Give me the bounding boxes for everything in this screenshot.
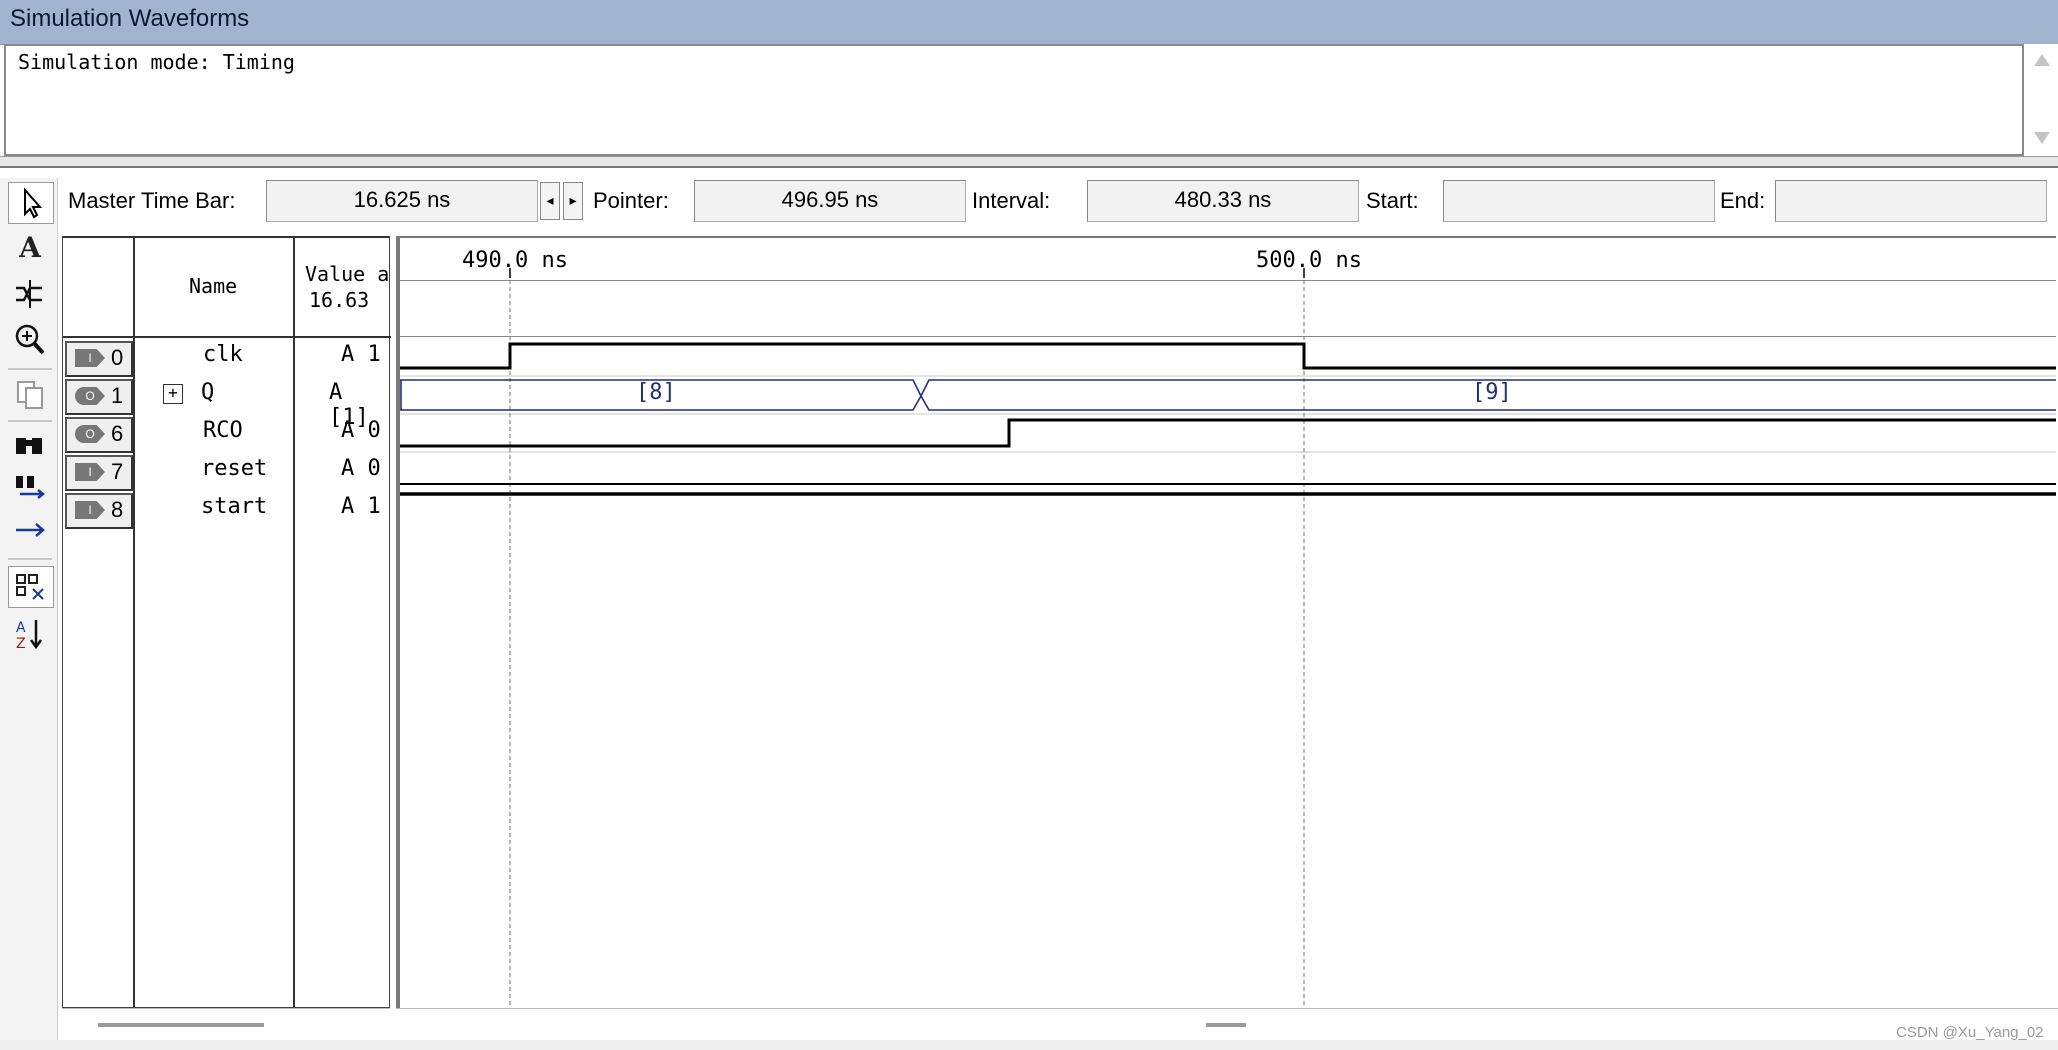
start-label: Start: [1366, 188, 1419, 213]
signal-name[interactable]: Q [201, 380, 214, 405]
snap-to-grid-icon[interactable] [8, 566, 54, 608]
find-next-icon[interactable] [8, 468, 52, 508]
signal-index: 0 [111, 345, 124, 370]
signal-value: A 1 [341, 494, 381, 519]
watermark: CSDN @Xu_Yang_02 [1896, 1024, 2044, 1041]
sort-icon[interactable]: AZ [8, 614, 52, 654]
pin-box: O 6 [65, 417, 133, 453]
signal-index: 7 [111, 459, 124, 484]
signal-value: A 0 [341, 418, 381, 443]
svg-text:Z: Z [16, 636, 26, 652]
input-pin-icon: I [75, 501, 105, 519]
signal-name[interactable]: RCO [203, 418, 243, 443]
value-header-line1: Value a [305, 262, 390, 286]
toolbar-separator [8, 420, 52, 422]
scroll-up-icon[interactable] [2034, 54, 2050, 66]
text-tool-icon[interactable]: A [8, 228, 52, 268]
find-icon[interactable] [8, 426, 52, 466]
zoom-tool-icon[interactable] [8, 320, 52, 360]
value-column-header[interactable]: Value a 16.63 [295, 238, 391, 338]
signal-value: A 0 [341, 456, 381, 481]
signal-value: A 1 [341, 342, 381, 367]
waveform-editing-tool-icon[interactable] [8, 274, 52, 314]
start-field[interactable] [1443, 180, 1715, 222]
interval-label: Interval: [972, 188, 1051, 213]
toolbar-separator [8, 558, 52, 560]
signal-row-q[interactable]: O 1 [63, 376, 133, 415]
pin-box: I 7 [65, 455, 133, 491]
signal-name[interactable]: start [201, 494, 267, 519]
pointer-field: 496.95 ns [694, 180, 966, 222]
master-time-bar-field[interactable]: 16.625 ns [266, 180, 538, 222]
output-pin-icon: O [75, 387, 105, 405]
pin-box: I 8 [65, 493, 133, 529]
waveform-panel[interactable]: 490.0 ns 500.0 ns [8] [9] [396, 236, 2056, 1008]
name-header-text: Name [189, 274, 238, 298]
pin-box: I 0 [65, 341, 133, 377]
window-titlebar: Simulation Waveforms [0, 0, 2058, 45]
pane-splitter[interactable] [0, 156, 2058, 168]
q-bus-label: [9] [1472, 380, 1512, 405]
signal-row-clk[interactable]: I 0 [63, 338, 133, 377]
copy-icon[interactable] [8, 374, 52, 414]
signal-row-start[interactable]: I 8 [63, 490, 133, 529]
expand-bus-icon[interactable]: + [163, 384, 183, 404]
end-field[interactable] [1775, 180, 2047, 222]
master-time-bar-label: Master Time Bar: [68, 188, 236, 213]
input-pin-icon: I [75, 349, 105, 367]
svg-text:A: A [16, 620, 26, 636]
input-pin-icon: I [75, 463, 105, 481]
signal-index: 6 [111, 421, 124, 446]
waveform-toolbar: A AZ [0, 178, 58, 1050]
window-bottom-border [0, 1040, 2058, 1050]
next-transition-button[interactable]: ▸ [563, 182, 583, 220]
message-area: Simulation mode: Timing [4, 44, 2024, 156]
time-bar-row: Master Time Bar: 16.625 ns ◂ ▸ Pointer: … [0, 170, 2058, 228]
index-column-header [63, 238, 133, 338]
clk-waveform [400, 342, 2056, 370]
scroll-thumb[interactable] [1206, 1023, 1246, 1027]
selection-tool-icon[interactable] [8, 182, 54, 224]
toolbar-separator [8, 368, 52, 370]
output-pin-icon: O [75, 425, 105, 443]
signal-name[interactable]: reset [201, 456, 267, 481]
end-label: End: [1720, 188, 1766, 213]
pointer-label: Pointer: [593, 188, 669, 213]
interval-field: 480.33 ns [1087, 180, 1359, 222]
name-column-header[interactable]: Name [135, 238, 293, 338]
signal-index: 1 [111, 383, 124, 408]
scroll-thumb[interactable] [98, 1023, 264, 1027]
scroll-down-icon[interactable] [2034, 132, 2050, 144]
pin-box: O 1 [65, 379, 133, 415]
waveform-hscrollbar[interactable] [396, 1008, 2058, 1038]
signal-row-rco[interactable]: O 6 [63, 414, 133, 453]
value-header-line2: 16.63 [309, 288, 370, 312]
goto-icon[interactable] [8, 510, 52, 550]
rco-waveform [400, 418, 2056, 448]
signal-row-reset[interactable]: I 7 [63, 452, 133, 491]
previous-transition-button[interactable]: ◂ [540, 182, 560, 220]
waveform-canvas[interactable] [400, 238, 2056, 1008]
message-scrollbar[interactable] [2024, 44, 2058, 156]
signal-table: Name Value a 16.63 I 0 clk A 1 O 1 + Q A… [62, 236, 391, 1008]
simulation-mode-text: Simulation mode: Timing [18, 50, 295, 74]
signal-name[interactable]: clk [203, 342, 243, 367]
signal-table-hscrollbar[interactable] [62, 1008, 390, 1038]
q-bus-label: [8] [636, 380, 676, 405]
window-title: Simulation Waveforms [10, 5, 250, 32]
signal-index: 8 [111, 497, 124, 522]
